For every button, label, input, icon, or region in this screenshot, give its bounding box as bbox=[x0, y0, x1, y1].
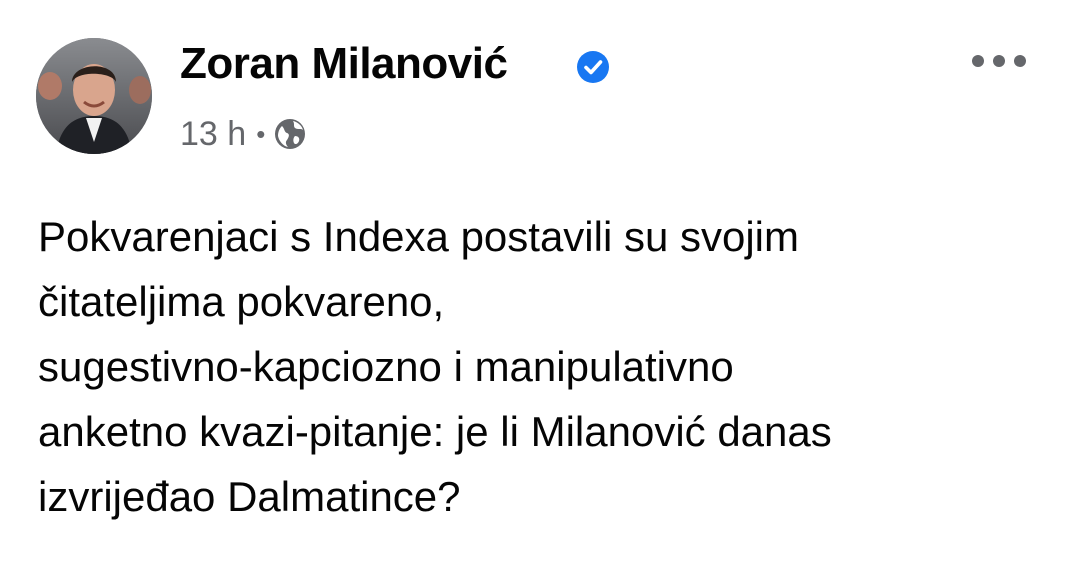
profile-photo bbox=[36, 38, 152, 154]
more-options-button[interactable] bbox=[970, 44, 1028, 78]
post-text-line: izvrijeđao Dalmatince? bbox=[38, 473, 461, 520]
facebook-post: Zoran Milanović 13 h • Pokvarenjaci s In… bbox=[0, 0, 1080, 581]
globe-icon[interactable] bbox=[273, 117, 307, 151]
verified-badge-icon bbox=[577, 51, 609, 83]
post-meta: 13 h • bbox=[180, 110, 307, 158]
post-text-line: Pokvarenjaci s Indexa postavili su svoji… bbox=[38, 213, 800, 260]
post-text-line: anketno kvazi-pitanje: je li Milanović d… bbox=[38, 408, 832, 455]
author-avatar[interactable] bbox=[36, 38, 152, 154]
more-options-icon bbox=[972, 55, 1026, 67]
post-text-line: čitateljima pokvareno, bbox=[38, 278, 445, 325]
post-text-line: sugestivno-kapciozno i manipulativno bbox=[38, 343, 734, 390]
post-body-text: Pokvarenjaci s Indexa postavili su svoji… bbox=[38, 204, 1048, 529]
meta-separator: • bbox=[256, 119, 266, 149]
post-timestamp[interactable]: 13 h bbox=[180, 110, 246, 158]
author-name[interactable]: Zoran Milanović bbox=[180, 38, 508, 90]
